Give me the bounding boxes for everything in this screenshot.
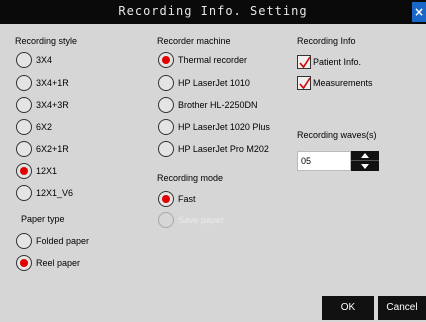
recording-style-option[interactable]: 6X2+1R (16, 140, 69, 158)
option-label: 6X2+1R (36, 144, 69, 154)
option-label: 6X2 (36, 122, 53, 132)
radio-button (16, 52, 32, 68)
radio-button (16, 233, 32, 249)
recorder-machine-option[interactable]: Brother HL-2250DN (158, 96, 258, 114)
option-label: Save paper (178, 215, 225, 225)
checkbox-checked (297, 55, 311, 69)
window-title: Recording Info. Setting (118, 4, 308, 18)
cancel-button[interactable]: Cancel (378, 296, 426, 320)
checkmark-icon (299, 56, 311, 69)
paper-type-option[interactable]: Folded paper (16, 232, 89, 250)
checkmark-icon (299, 77, 311, 90)
radio-button-selected (158, 52, 174, 68)
option-label: 12X1 (36, 166, 58, 176)
radio-button (16, 75, 32, 91)
title-bar: Recording Info. Setting × (0, 0, 426, 24)
recording-style-option[interactable]: 3X4+1R (16, 74, 69, 92)
increment-button[interactable] (351, 151, 379, 161)
patient-info-checkbox[interactable]: Patient Info. (297, 53, 361, 71)
option-label: 3X4+1R (36, 78, 69, 88)
close-button[interactable]: × (412, 2, 426, 22)
recording-info-heading: Recording Info (297, 36, 356, 46)
option-label: HP LaserJet 1010 (178, 78, 250, 88)
radio-button (16, 97, 32, 113)
recording-mode-option-disabled: Save paper (158, 211, 224, 229)
recorder-machine-option[interactable]: Thermal recorder (158, 51, 247, 69)
option-label: Reel paper (36, 258, 81, 268)
option-label: 3X4 (36, 55, 53, 65)
radio-button-selected (16, 255, 32, 271)
recording-style-option[interactable]: 6X2 (16, 118, 52, 136)
radio-button-disabled (158, 212, 174, 228)
recorder-machine-option[interactable]: HP LaserJet Pro M202 (158, 140, 269, 158)
radio-button (158, 119, 174, 135)
recording-mode-option[interactable]: Fast (158, 190, 196, 208)
recording-style-option[interactable]: 12X1 (16, 162, 57, 180)
radio-button (16, 185, 32, 201)
recorder-machine-heading: Recorder machine (157, 36, 231, 46)
radio-button-selected (158, 191, 174, 207)
recording-style-option[interactable]: 3X4+3R (16, 96, 69, 114)
paper-type-option[interactable]: Reel paper (16, 254, 80, 272)
recording-style-option[interactable]: 12X1_V6 (16, 184, 73, 202)
option-label: 3X4+3R (36, 100, 69, 110)
ok-button[interactable]: OK (322, 296, 374, 320)
checkbox-checked (297, 76, 311, 90)
measurements-checkbox[interactable]: Measurements (297, 74, 373, 92)
option-label: HP LaserJet 1020 Plus (178, 122, 270, 132)
radio-button (16, 119, 32, 135)
settings-panel: Recording style 3X4 3X4+1R 3X4+3R 6X2 6X… (0, 24, 426, 322)
radio-button (158, 75, 174, 91)
paper-type-heading: Paper type (21, 214, 65, 224)
option-label: Patient Info. (313, 57, 362, 67)
option-label: HP LaserJet Pro M202 (178, 144, 269, 154)
option-label: 12X1_V6 (36, 188, 74, 198)
recording-waves-label: Recording waves(s) (297, 130, 377, 140)
recording-waves-spinbox: 05 (297, 151, 381, 171)
option-label: Brother HL-2250DN (178, 100, 258, 110)
spin-buttons (351, 151, 379, 171)
recorder-machine-option[interactable]: HP LaserJet 1010 (158, 74, 250, 92)
arrow-down-icon (361, 163, 369, 169)
radio-button (158, 97, 174, 113)
recording-style-option[interactable]: 3X4 (16, 51, 52, 69)
radio-button (16, 141, 32, 157)
option-label: Measurements (313, 78, 373, 88)
radio-button (158, 141, 174, 157)
radio-button-selected (16, 163, 32, 179)
option-label: Fast (178, 194, 196, 204)
recording-style-heading: Recording style (15, 36, 78, 46)
recording-mode-heading: Recording mode (157, 173, 224, 183)
recording-waves-value[interactable]: 05 (297, 151, 351, 171)
recorder-machine-option[interactable]: HP LaserJet 1020 Plus (158, 118, 270, 136)
decrement-button[interactable] (351, 161, 379, 171)
option-label: Folded paper (36, 236, 90, 246)
arrow-up-icon (361, 153, 369, 158)
option-label: Thermal recorder (178, 55, 248, 65)
